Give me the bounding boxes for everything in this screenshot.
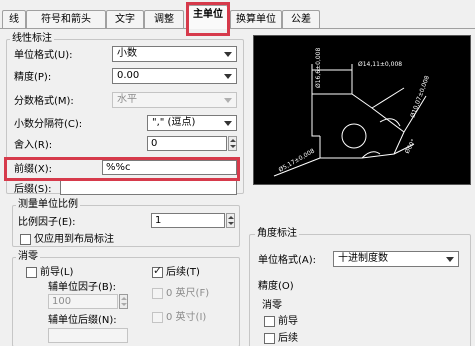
zero-feet-label: 0 英尺(F)	[166, 288, 210, 299]
tab-lines[interactable]: 线	[2, 10, 26, 28]
tab-symbols-arrows[interactable]: 符号和箭头	[26, 10, 106, 28]
suffix-label: 后缀(S):	[14, 184, 52, 195]
chevron-down-icon	[446, 257, 454, 262]
preview-dim-angle: Ø60°	[404, 138, 418, 155]
leading-zero-checkbox[interactable]	[26, 267, 37, 278]
chevron-down-icon	[224, 52, 232, 57]
layout-only-checkbox[interactable]	[20, 234, 31, 245]
chevron-down-icon	[224, 74, 232, 79]
angular-trailing-label: 后续	[278, 333, 298, 344]
sub-units-factor-input[interactable]: 100	[48, 294, 118, 309]
sub-units-factor-spinner[interactable]	[119, 294, 128, 309]
tab-panel-border	[0, 28, 475, 29]
chevron-down-icon	[224, 121, 232, 126]
tab-tolerances[interactable]: 公差	[282, 10, 320, 28]
precision-combo[interactable]: 0.00	[112, 68, 237, 84]
unit-format-value: 小数	[117, 48, 137, 59]
prefix-label: 前缀(X):	[14, 164, 53, 175]
zero-feet-checkbox[interactable]	[152, 288, 163, 299]
layout-only-label: 仅应用到布局标注	[34, 234, 114, 245]
zero-suppression-title: 消零	[16, 251, 40, 263]
angular-precision-label: 精度(O)	[258, 281, 294, 292]
decimal-separator-combo[interactable]: "," (逗点)	[147, 115, 237, 131]
scale-factor-spinner[interactable]	[226, 213, 235, 228]
prefix-input[interactable]: %%c	[102, 160, 237, 175]
unit-format-label: 单位格式(U):	[14, 50, 73, 61]
decimal-separator-value: "," (逗点)	[152, 117, 196, 128]
sub-units-factor-label: 辅单位因子(B):	[48, 282, 117, 293]
sub-units-suffix-label: 辅单位后缀(N):	[48, 315, 117, 326]
decimal-separator-label: 小数分隔符(C):	[14, 119, 83, 130]
leading-zero-label: 前导(L)	[40, 267, 74, 278]
angular-unit-format-value: 十进制度数	[338, 253, 388, 264]
zero-inches-checkbox[interactable]	[152, 312, 163, 323]
precision-label: 精度(P):	[14, 72, 52, 83]
fraction-format-value: 水平	[117, 94, 137, 105]
linear-dimensions-title: 线性标注	[10, 33, 54, 45]
roundoff-input[interactable]: 0	[147, 136, 227, 151]
preview-dim-right: Ø10,07±0,008	[409, 75, 431, 119]
scale-factor-input[interactable]: 1	[151, 213, 225, 228]
trailing-zero-label: 后续(T)	[166, 267, 200, 278]
preview-drawing: Ø14,11±0,008 Ø16,6±0,008 Ø10,07±0,008 Ø5…	[273, 48, 431, 177]
measurement-scale-title: 测量单位比例	[16, 199, 80, 211]
checkmark-icon: ✓	[153, 264, 163, 277]
preview-dim-top: Ø14,11±0,008	[358, 61, 402, 68]
angular-leading-checkbox[interactable]	[264, 316, 275, 327]
angular-trailing-checkbox[interactable]	[264, 333, 275, 344]
preview-dim-bottom: Ø5,17±0,008	[278, 147, 317, 173]
scale-factor-label: 比例因子(E):	[18, 217, 76, 228]
tab-fit[interactable]: 调整	[144, 10, 184, 28]
trailing-zero-checkbox[interactable]: ✓	[152, 264, 163, 278]
tab-bar: 线 符号和箭头 文字 调整 主单位 换算单位 公差	[0, 0, 475, 29]
suffix-input[interactable]	[60, 180, 237, 195]
fraction-format-label: 分数格式(M):	[14, 96, 74, 107]
roundoff-label: 舍入(R):	[14, 140, 53, 151]
angular-dimensions-title: 角度标注	[255, 228, 299, 240]
angular-unit-format-label: 单位格式(A):	[258, 255, 317, 266]
sub-units-suffix-input[interactable]	[48, 328, 128, 343]
preview-dim-left: Ø16,6±0,008	[315, 48, 322, 88]
zero-inches-label: 0 英寸(I)	[166, 312, 207, 323]
fraction-format-combo[interactable]: 水平	[112, 92, 237, 108]
angular-leading-label: 前导	[278, 316, 298, 327]
dimension-preview: Ø14,11±0,008 Ø16,6±0,008 Ø10,07±0,008 Ø5…	[253, 35, 471, 185]
tab-alternate-units[interactable]: 换算单位	[230, 10, 282, 28]
tab-primary-units[interactable]: 主单位	[188, 5, 228, 29]
precision-value: 0.00	[117, 70, 140, 81]
angular-zero-title: 消零	[262, 300, 282, 311]
angular-unit-format-combo[interactable]: 十进制度数	[333, 251, 459, 267]
tab-text[interactable]: 文字	[106, 10, 144, 28]
unit-format-combo[interactable]: 小数	[112, 46, 237, 62]
chevron-down-icon	[224, 98, 232, 103]
roundoff-spinner[interactable]	[228, 136, 237, 151]
